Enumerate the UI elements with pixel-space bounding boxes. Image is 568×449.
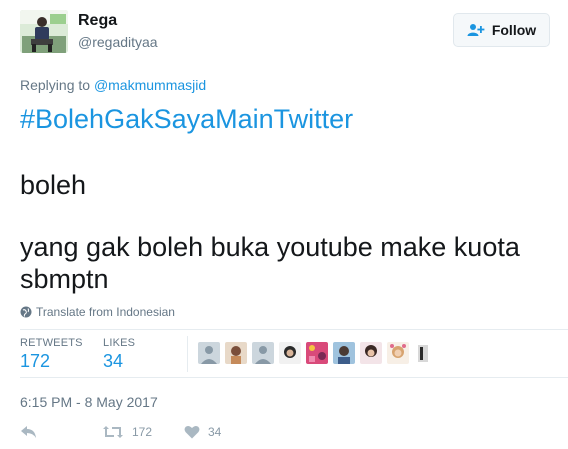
translate-label: Translate from Indonesian <box>36 305 175 319</box>
mention-link[interactable]: @makmummasjid <box>94 77 206 93</box>
display-name[interactable]: Rega <box>78 12 117 30</box>
liker-avatar[interactable] <box>252 342 274 364</box>
hashtag-link[interactable]: #BolehGakSayaMainTwitter <box>20 103 353 135</box>
liker-avatar[interactable] <box>198 342 220 364</box>
divider <box>187 336 188 372</box>
reply-prefix: Replying to <box>20 77 94 93</box>
likes-label: LIKES <box>103 337 136 349</box>
profile-photo <box>20 10 68 53</box>
heart-icon <box>184 425 200 439</box>
add-user-icon <box>467 24 485 36</box>
retweet-button[interactable]: 172 <box>102 425 152 439</box>
divider <box>20 329 568 330</box>
follow-label: Follow <box>491 22 537 38</box>
divider <box>20 377 568 378</box>
like-count: 34 <box>208 425 222 439</box>
follow-button[interactable]: Follow <box>453 13 550 47</box>
reply-button[interactable] <box>20 425 38 439</box>
retweet-count: 172 <box>132 425 153 439</box>
tweet-text-line: boleh <box>20 170 87 200</box>
tweet-text-line: sbmptn <box>20 264 109 294</box>
liker-avatar[interactable] <box>360 342 382 364</box>
liker-avatar[interactable] <box>279 342 301 364</box>
likers-list <box>198 342 436 364</box>
liker-avatar[interactable] <box>387 342 409 364</box>
liker-avatar[interactable] <box>306 342 328 364</box>
reply-icon <box>21 426 36 438</box>
user-handle[interactable]: @regadityaa <box>78 34 158 50</box>
globe-icon <box>20 306 32 318</box>
tweet-timestamp[interactable]: 6:15 PM - 8 May 2017 <box>20 394 158 410</box>
tweet-text-line: yang gak boleh buka youtube make kuota <box>20 232 520 262</box>
likes-count[interactable]: 34 <box>103 351 123 372</box>
avatar[interactable] <box>20 10 68 53</box>
retweets-label: RETWEETS <box>20 337 83 349</box>
translate-link[interactable]: Translate from Indonesian <box>20 305 175 319</box>
liker-avatar[interactable] <box>225 342 247 364</box>
retweets-count[interactable]: 172 <box>20 351 50 372</box>
liker-avatar[interactable] <box>333 342 355 364</box>
reply-context: Replying to @makmummasjid <box>20 77 206 93</box>
like-button[interactable]: 34 <box>184 425 221 439</box>
retweet-icon <box>103 426 123 438</box>
liker-avatar[interactable] <box>414 342 436 364</box>
